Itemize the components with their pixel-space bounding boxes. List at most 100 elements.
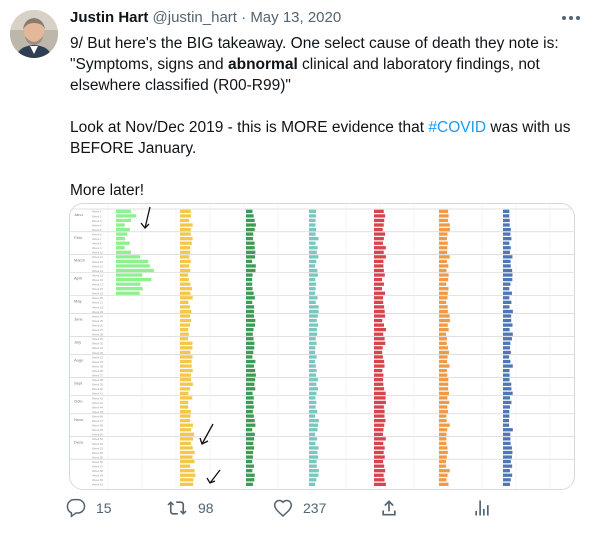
like-count: 237 xyxy=(303,500,327,516)
data-bar xyxy=(309,391,317,395)
week-label: Week 15 xyxy=(92,273,103,277)
data-bar xyxy=(439,246,448,250)
retweet-button[interactable]: 98 xyxy=(166,498,214,518)
data-bar xyxy=(309,259,317,264)
month-label: April xyxy=(74,276,82,281)
data-bar xyxy=(374,378,384,382)
week-label: Week 12 xyxy=(92,260,103,264)
week-label: Week 24 xyxy=(92,314,103,318)
data-bar xyxy=(116,268,154,273)
data-bar xyxy=(374,464,385,468)
data-bar xyxy=(309,214,317,218)
data-bar xyxy=(309,400,317,405)
data-bar xyxy=(180,273,189,277)
data-bar xyxy=(374,291,386,295)
data-bar xyxy=(439,314,450,318)
data-bar xyxy=(374,469,386,473)
data-bar xyxy=(374,328,386,332)
data-bar xyxy=(503,441,511,446)
data-bar xyxy=(503,268,513,273)
data-bar xyxy=(374,323,385,327)
avatar[interactable] xyxy=(10,10,58,58)
data-bar xyxy=(309,227,317,232)
share-button[interactable] xyxy=(379,498,399,518)
data-bar xyxy=(503,405,510,409)
month-label: July xyxy=(74,339,81,344)
week-label: Week 20 xyxy=(92,296,103,300)
data-bar xyxy=(439,232,448,236)
data-bar xyxy=(503,332,513,336)
data-bar xyxy=(246,337,254,341)
data-bar xyxy=(374,396,386,400)
data-bar xyxy=(503,223,510,227)
data-bar xyxy=(503,227,511,232)
data-bar xyxy=(309,341,317,345)
data-bar xyxy=(309,209,316,213)
data-bar xyxy=(439,400,450,405)
week-label: Week 61 xyxy=(92,483,103,487)
data-bar xyxy=(439,241,448,245)
data-bar xyxy=(246,264,256,268)
week-label: Week 21 xyxy=(92,301,103,305)
data-bar xyxy=(180,300,189,304)
week-label: Week 41 xyxy=(92,392,103,396)
data-bar xyxy=(309,318,317,323)
data-bar xyxy=(439,323,448,327)
data-bar xyxy=(309,223,316,227)
data-bar xyxy=(246,405,254,409)
tweet-image[interactable]: Janu Febr March April May June July Augu Sept Oct… xyxy=(69,203,575,490)
data-bar xyxy=(309,441,316,446)
data-bar xyxy=(246,218,255,223)
data-bar xyxy=(180,464,191,468)
week-label: Week 36 xyxy=(92,369,103,373)
tweet-date[interactable]: May 13, 2020 xyxy=(250,9,341,26)
data-bar xyxy=(309,264,316,268)
data-bar xyxy=(503,287,510,291)
data-bar xyxy=(374,387,385,391)
data-bar xyxy=(180,423,193,427)
data-bar xyxy=(180,478,194,482)
data-bar xyxy=(246,387,256,391)
analytics-button[interactable] xyxy=(472,498,492,518)
data-bar xyxy=(116,255,141,259)
data-bar xyxy=(503,423,510,427)
like-button[interactable]: 237 xyxy=(273,498,326,518)
data-bar xyxy=(116,259,149,264)
week-label: Week 46 xyxy=(92,414,103,418)
data-bar xyxy=(374,214,386,218)
data-bar xyxy=(180,400,189,405)
data-bar xyxy=(439,469,450,473)
data-bar xyxy=(246,450,254,455)
data-bar xyxy=(180,227,191,232)
data-bar xyxy=(246,287,253,291)
data-bar xyxy=(374,305,385,309)
tweet-header: Justin Hart @justin_hart · May 13, 2020 xyxy=(70,9,341,26)
more-icon[interactable] xyxy=(559,10,583,26)
data-bar xyxy=(116,282,141,286)
data-bar xyxy=(503,259,511,264)
data-bar xyxy=(246,368,256,373)
data-bar xyxy=(309,282,317,286)
data-bar xyxy=(374,368,383,373)
data-bar xyxy=(180,282,191,286)
data-bar xyxy=(180,291,191,295)
tweet-bold-word: abnormal xyxy=(227,56,298,73)
data-bar xyxy=(246,396,254,400)
data-bar xyxy=(309,469,319,473)
data-bar xyxy=(374,459,384,464)
data-bar xyxy=(439,223,450,227)
data-bar xyxy=(180,318,192,323)
data-bar xyxy=(309,300,316,304)
author-handle[interactable]: @justin_hart xyxy=(153,9,237,26)
data-bar xyxy=(374,237,384,241)
data-bar xyxy=(503,296,510,300)
reply-button[interactable]: 15 xyxy=(66,498,112,518)
data-bar xyxy=(180,277,189,282)
data-bar xyxy=(374,277,383,282)
data-bar xyxy=(180,268,191,273)
author-name[interactable]: Justin Hart xyxy=(70,9,148,26)
hashtag-link[interactable]: #COVID xyxy=(428,119,486,136)
data-bar xyxy=(374,428,384,432)
month-label: Nove xyxy=(74,417,84,422)
week-label: Week 2 xyxy=(92,214,102,218)
